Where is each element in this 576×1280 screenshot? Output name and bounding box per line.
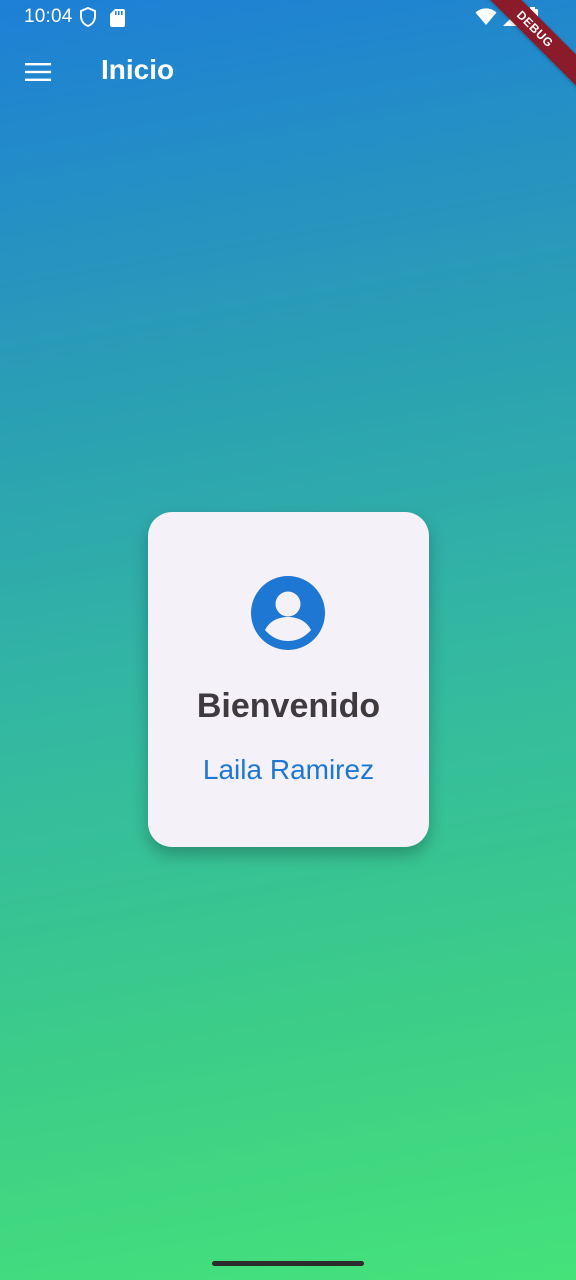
welcome-title: Bienvenido	[196, 687, 381, 725]
page-title: Inicio	[101, 54, 175, 85]
sd-card-icon	[110, 8, 125, 27]
wifi-icon	[475, 8, 497, 26]
status-time: 10:04	[24, 6, 73, 27]
gesture-navigation-bar[interactable]	[212, 1261, 364, 1266]
hamburger-menu-icon	[25, 63, 51, 81]
account-circle-icon	[250, 575, 326, 651]
status-bar: 10:04	[0, 0, 576, 34]
user-name: Laila Ramirez	[202, 754, 375, 785]
menu-button[interactable]	[14, 48, 62, 96]
status-left-icons	[80, 7, 125, 27]
welcome-card: Bienvenido Laila Ramirez	[148, 512, 429, 847]
app-bar: Inicio	[0, 40, 576, 104]
shield-icon	[80, 7, 96, 27]
